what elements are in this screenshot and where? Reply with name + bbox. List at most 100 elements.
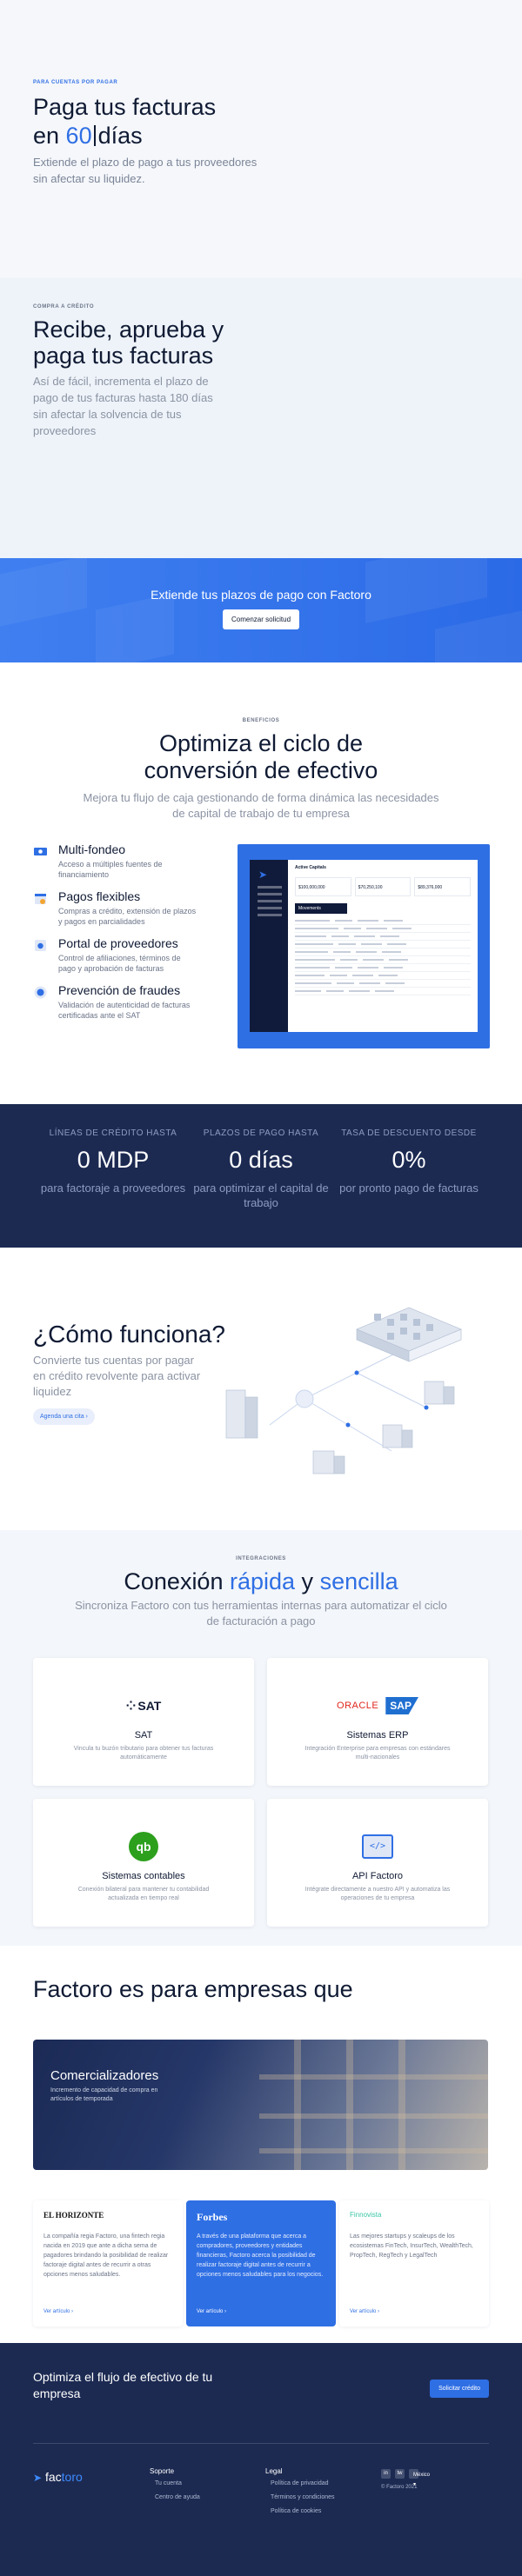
press-quote: La compañía regia Factoro, una fintech r… (44, 2233, 169, 2278)
credit-eyebrow: COMPRA A CRÉDITO (33, 304, 95, 310)
stat-desc: para factoraje a proveedores (40, 1181, 186, 1195)
linkedin-icon[interactable]: in (381, 2469, 391, 2479)
erp-logos: ORACLE SAP (267, 1688, 488, 1723)
read-article-link[interactable]: Ver artículo › (350, 2309, 379, 2314)
integration-card-accounting[interactable]: qb Sistemas contables Conexión bilateral… (33, 1799, 254, 1927)
money-icon (34, 848, 47, 855)
dashboard-sidebar: ➤ (250, 860, 288, 1032)
footer-support-title: Soporte (150, 2467, 175, 2475)
finnovista-logo: Finnovista (350, 2211, 382, 2219)
credit-title: Recibe, aprueba y paga tus facturas (33, 316, 224, 369)
portal-icon (35, 940, 46, 951)
read-article-link[interactable]: Ver artículo › (44, 2309, 73, 2314)
feature-title: Pagos flexibles (58, 889, 141, 903)
integration-card-erp[interactable]: ORACLE SAP Sistemas ERP Integración Enter… (267, 1658, 488, 1786)
hero-subtitle: Extiende el plazo de pago a tus proveedo… (33, 156, 258, 185)
hero-title-line1: Paga tus facturas (33, 94, 217, 120)
footer-link[interactable]: Política de cookies (265, 2508, 335, 2514)
feature-desc: Acceso a múltiples fuentes de financiami… (58, 860, 163, 879)
integration-card-api[interactable]: </> API Factoro Intégrate directamente a… (267, 1799, 488, 1927)
stat-value: 0 días (229, 1147, 293, 1173)
hero-title-prefix: en (33, 123, 66, 149)
hero-title: Paga tus facturas en 60 días (33, 93, 489, 150)
benefits-eyebrow: BENEFICIOS (242, 718, 280, 723)
language-selector[interactable]: México ▾ (409, 2469, 430, 2487)
hero-title-number: 60 (65, 123, 92, 149)
footer-link[interactable]: Centro de ayuda (150, 2494, 200, 2500)
factoro-logo[interactable]: ➤ factoro (33, 2470, 83, 2484)
code-icon: </> (267, 1829, 488, 1864)
stat-desc: por pronto pago de facturas (339, 1181, 478, 1195)
feature-item: Portal de proveedores Control de afiliaci… (33, 936, 207, 974)
cta-band-title: Extiende tus plazos de pago con Factoro (151, 588, 371, 602)
stat-item: PLAZOS DE PAGO HASTA 0 días para optimiz… (187, 1128, 335, 1248)
integration-title: API Factoro (351, 1871, 404, 1881)
dashboard-stat: $89,376,000 (414, 877, 472, 896)
dashboard-table-title: Movements (295, 903, 347, 914)
dashboard-preview: ➤ Active Capitals $100,000,000 $70,250,1… (238, 844, 490, 1048)
schedule-appointment-button[interactable]: Agenda una cita › (33, 1408, 95, 1425)
stat-item: TASA DE DESCUENTO DESDE 0% por pronto pa… (335, 1128, 483, 1248)
feature-item: Multi-fondeo Acceso a múltiples fuentes d… (33, 842, 207, 880)
calendar-icon (35, 894, 46, 904)
feature-desc: Compras a crédito, extensión de plazos y… (58, 907, 197, 926)
stat-label: TASA DE DESCUENTO DESDE (341, 1128, 477, 1138)
integrations-section: INTEGRACIONES Conexión rápida y sencilla… (0, 1530, 522, 1946)
benefits-subtitle: Mejora tu flujo de caja gestionando de f… (83, 791, 439, 820)
integration-desc: Conexión bilateral para mantener tu cont… (77, 1887, 210, 1901)
integration-card-sat[interactable]: ⁘ SAT SAT Vincula tu buzón tributario par… (33, 1658, 254, 1786)
quickbooks-logo: qb (33, 1829, 254, 1864)
cta-band: Extiende tus plazos de pago con Factoro … (0, 558, 522, 662)
social-links: in tw México ▾ (381, 2469, 430, 2487)
hero-title-suffix: días (97, 123, 143, 149)
request-credit-button[interactable]: Solicitar crédito (430, 2380, 489, 2398)
footer-legal-column: Legal Política de privacidad Términos y … (265, 2467, 335, 2522)
companies-title: Factoro es para empresas que (33, 1976, 353, 2002)
benefits-title: Optimiza el ciclo de conversión de efect… (144, 730, 378, 783)
integration-desc: Vincula tu buzón tributario para obtener… (73, 1746, 214, 1761)
press-quote: Las mejores startups y scaleups de los e… (350, 2233, 473, 2259)
forbes-logo: Forbes (197, 2211, 228, 2223)
stat-value: 0% (392, 1147, 426, 1173)
credit-subtitle: Así de fácil, incrementa el plazo de pag… (33, 375, 213, 437)
stat-desc: para optimizar el capital de trabajo (193, 1181, 329, 1209)
footer-cta-title: Optimiza el flujo de efectivo de tu empr… (33, 2370, 213, 2400)
shield-icon (34, 986, 47, 999)
integration-title: Sistemas contables (102, 1871, 185, 1881)
read-article-link[interactable]: Ver artículo › (197, 2309, 226, 2314)
stat-value: 0 MDP (77, 1147, 150, 1173)
hero-eyebrow: PARA CUENTAS POR PAGAR (33, 80, 118, 85)
oracle-logo: ORACLE (337, 1701, 379, 1711)
dashboard-table (295, 917, 471, 995)
feature-item: Pagos flexibles Compras a crédito, extens… (33, 889, 207, 927)
bird-logo-icon: ➤ (258, 869, 268, 881)
decor-block (435, 609, 522, 662)
integrations-subtitle: Sincroniza Factoro con tus herramientas … (75, 1599, 447, 1627)
companies-card-desc: Incremento de capacidad de compra en art… (50, 2087, 158, 2102)
features-list: Multi-fondeo Acceso a múltiples fuentes d… (33, 842, 207, 1030)
feature-title: Multi-fondeo (58, 842, 126, 856)
copyright: © Factoro 2021 (381, 2485, 418, 2490)
integration-desc: Intégrate directamente a nuestro API y a… (304, 1887, 451, 1901)
dashboard-screenshot: ➤ Active Capitals $100,000,000 $70,250,1… (250, 860, 478, 1032)
press-card: EL HORIZONTE La compañía regia Factoro, … (33, 2200, 183, 2326)
footer-cta: Optimiza el flujo de efectivo de tu empr… (0, 2343, 522, 2467)
footer-link[interactable]: Tu cuenta (150, 2480, 200, 2486)
decor-block (96, 593, 174, 662)
twitter-icon[interactable]: tw (395, 2469, 405, 2479)
stats-section: LÍNEAS DE CRÉDITO HASTA 0 MDP para facto… (0, 1104, 522, 1248)
press-card: Finnovista Las mejores startups y scaleu… (339, 2200, 489, 2326)
footer-link[interactable]: Términos y condiciones (265, 2494, 335, 2500)
press-card: Forbes A través de una plataforma que ac… (186, 2200, 336, 2326)
footer: ➤ factoro Soporte Tu cuenta Centro de ay… (0, 2467, 522, 2576)
stat-label: PLAZOS DE PAGO HASTA (203, 1128, 319, 1138)
footer-link[interactable]: Política de privacidad (265, 2480, 335, 2486)
start-request-button[interactable]: Comenzar solicitud (222, 609, 300, 629)
dashboard-stat: $70,250,100 (354, 877, 412, 896)
text-cursor (93, 125, 96, 146)
integration-title: Sistemas ERP (346, 1730, 409, 1741)
divider (33, 2443, 489, 2444)
how-it-works-section: ¿Cómo funciona? Convierte tus cuentas po… (0, 1248, 522, 1530)
how-subtitle: Convierte tus cuentas por pagar en crédi… (33, 1354, 201, 1398)
el-horizonte-logo: EL HORIZONTE (44, 2211, 104, 2220)
